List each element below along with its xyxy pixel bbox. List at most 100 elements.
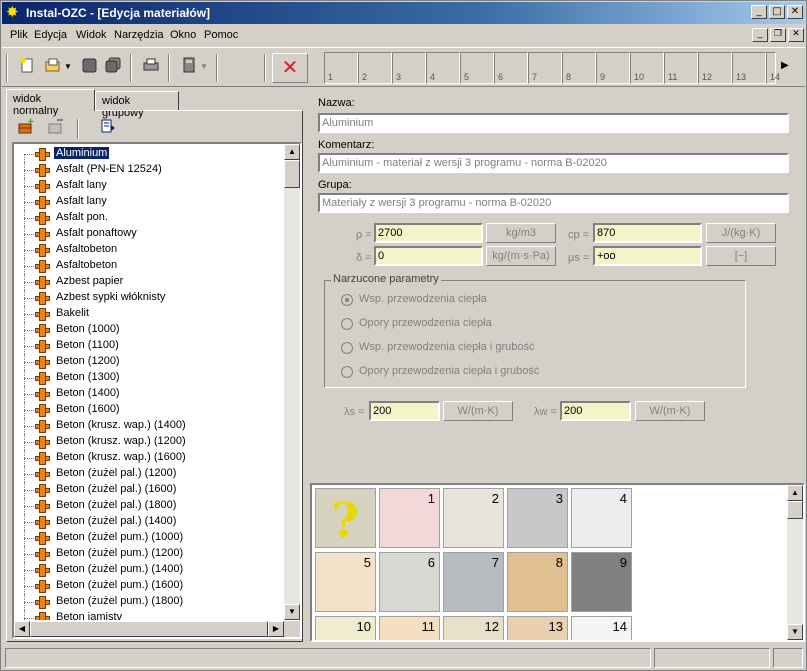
- tree-item[interactable]: Asfalt (PN-EN 12524): [14, 162, 282, 178]
- tree-item[interactable]: Asfalt pon.: [14, 210, 282, 226]
- tree-item[interactable]: Azbest sypki włóknisty: [14, 290, 282, 306]
- scroll-down-icon[interactable]: ▼: [787, 624, 803, 640]
- menu-plik[interactable]: Plik: [10, 29, 28, 41]
- slot[interactable]: 4: [426, 52, 460, 84]
- slot[interactable]: 5: [460, 52, 494, 84]
- tree-item[interactable]: Bakelit: [14, 306, 282, 322]
- slot[interactable]: 2: [358, 52, 392, 84]
- save-icon[interactable]: [78, 56, 100, 78]
- scroll-thumb[interactable]: [30, 621, 268, 637]
- texture-swatch[interactable]: 6: [379, 552, 440, 612]
- scroll-right-icon[interactable]: ▶: [268, 621, 284, 637]
- calculator-icon[interactable]: [178, 56, 200, 78]
- texture-swatch[interactable]: 4: [571, 488, 632, 548]
- tree-item[interactable]: Beton (1400): [14, 386, 282, 402]
- tree-item[interactable]: Asfalt lany: [14, 178, 282, 194]
- mdi-close-button[interactable]: ✕: [788, 28, 804, 42]
- comment-field[interactable]: Aluminium - materiał z wersji 3 programu…: [318, 153, 789, 173]
- tree-item[interactable]: Beton (1100): [14, 338, 282, 354]
- menu-okno[interactable]: Okno: [170, 29, 196, 41]
- tab-widok-normalny[interactable]: widok normalny: [6, 89, 95, 117]
- slot[interactable]: 9: [596, 52, 630, 84]
- group-field[interactable]: Materiały z wersji 3 programu - norma B-…: [318, 193, 789, 213]
- menu-narzedzia[interactable]: Narzędzia: [114, 29, 164, 41]
- open-dropdown-icon[interactable]: ▼: [62, 56, 74, 78]
- title-bar[interactable]: ✸ Instal-OZC - [Edycja materiałów] _ □ ✕: [2, 2, 805, 24]
- tree-item[interactable]: Beton (1600): [14, 402, 282, 418]
- slot[interactable]: 6: [494, 52, 528, 84]
- tree-item[interactable]: Beton (1200): [14, 354, 282, 370]
- menu-widok[interactable]: Widok: [76, 29, 107, 41]
- scroll-thumb[interactable]: [787, 501, 803, 519]
- tree-item[interactable]: Beton (żużel pal.) (1400): [14, 514, 282, 530]
- density-input[interactable]: 2700: [374, 223, 483, 243]
- texture-swatch[interactable]: 8: [507, 552, 568, 612]
- tree-item[interactable]: Beton (żużel pal.) (1800): [14, 498, 282, 514]
- scroll-up-icon[interactable]: ▲: [787, 485, 803, 501]
- tree-item[interactable]: Beton (krusz. wap.) (1400): [14, 418, 282, 434]
- gallery-vertical-scrollbar[interactable]: ▲ ▼: [787, 485, 803, 640]
- tree-item[interactable]: Beton (żużel pum.) (1400): [14, 562, 282, 578]
- slot[interactable]: 11: [664, 52, 698, 84]
- slot[interactable]: 7: [528, 52, 562, 84]
- heat-capacity-input[interactable]: 870: [593, 223, 702, 243]
- tree-vertical-scrollbar[interactable]: ▲ ▼: [284, 144, 300, 620]
- delete-icon[interactable]: ✕: [272, 53, 308, 83]
- texture-swatch[interactable]: 3: [507, 488, 568, 548]
- slot[interactable]: 3: [392, 52, 426, 84]
- texture-swatch[interactable]: 11: [379, 616, 440, 640]
- texture-swatch[interactable]: 2: [443, 488, 504, 548]
- scroll-up-icon[interactable]: ▲: [284, 144, 300, 160]
- tree-item[interactable]: Beton (żużel pum.) (1800): [14, 594, 282, 610]
- tree-item[interactable]: Beton (żużel pal.) (1600): [14, 482, 282, 498]
- menu-pomoc[interactable]: Pomoc: [204, 29, 238, 41]
- tree-item[interactable]: Beton (krusz. wap.) (1200): [14, 434, 282, 450]
- remove-material-icon[interactable]: [45, 117, 67, 139]
- texture-unknown[interactable]: ?: [315, 488, 376, 548]
- tree-item[interactable]: Asfalt ponaftowy: [14, 226, 282, 242]
- slot[interactable]: 1: [324, 52, 358, 84]
- maximize-button[interactable]: □: [769, 5, 785, 19]
- slot[interactable]: 13: [732, 52, 766, 84]
- slots-scroll-right-icon[interactable]: ▶: [781, 60, 789, 71]
- menu-edycja[interactable]: Edycja: [34, 29, 67, 41]
- tree-item[interactable]: Azbest papier: [14, 274, 282, 290]
- scroll-thumb[interactable]: [284, 160, 300, 188]
- texture-swatch[interactable]: 13: [507, 616, 568, 640]
- minimize-button[interactable]: _: [751, 5, 767, 19]
- tree-item[interactable]: Asfaltobeton: [14, 258, 282, 274]
- texture-swatch[interactable]: 1: [379, 488, 440, 548]
- texture-swatch[interactable]: 7: [443, 552, 504, 612]
- slot[interactable]: 10: [630, 52, 664, 84]
- texture-swatch[interactable]: 5: [315, 552, 376, 612]
- calculator-dropdown-icon[interactable]: ▼: [198, 56, 210, 78]
- new-icon[interactable]: [16, 56, 38, 78]
- add-material-icon[interactable]: +: [15, 117, 37, 139]
- texture-swatch[interactable]: 12: [443, 616, 504, 640]
- properties-icon[interactable]: [97, 117, 119, 139]
- resistance-factor-input[interactable]: +oo: [593, 246, 702, 266]
- tree-item[interactable]: Aluminium: [14, 146, 282, 162]
- print-icon[interactable]: [140, 56, 162, 78]
- tree-item[interactable]: Beton (żużel pum.) (1600): [14, 578, 282, 594]
- texture-swatch[interactable]: 14: [571, 616, 632, 640]
- close-button[interactable]: ✕: [787, 5, 803, 19]
- scroll-down-icon[interactable]: ▼: [284, 604, 300, 620]
- tree-item[interactable]: Beton (żużel pal.) (1200): [14, 466, 282, 482]
- permeability-input[interactable]: 0: [374, 246, 483, 266]
- slot[interactable]: 12: [698, 52, 732, 84]
- tree-horizontal-scrollbar[interactable]: ◀ ▶: [14, 621, 284, 637]
- panel-splitter[interactable]: [305, 89, 309, 642]
- save-as-icon[interactable]: [102, 56, 124, 78]
- tree-item[interactable]: Asfaltobeton: [14, 242, 282, 258]
- tree-item[interactable]: Beton (żużel pum.) (1000): [14, 530, 282, 546]
- open-icon[interactable]: [42, 56, 64, 78]
- tab-widok-grupowy[interactable]: widok grupowy: [95, 91, 179, 119]
- slot[interactable]: 14: [766, 52, 780, 84]
- lambda-s-input[interactable]: 200: [369, 401, 440, 421]
- tree-item[interactable]: Asfalt lany: [14, 194, 282, 210]
- texture-swatch[interactable]: 9: [571, 552, 632, 612]
- tree-item[interactable]: Beton (1000): [14, 322, 282, 338]
- name-field[interactable]: Aluminium: [318, 113, 789, 133]
- tree-item[interactable]: Beton jamisty: [14, 610, 282, 620]
